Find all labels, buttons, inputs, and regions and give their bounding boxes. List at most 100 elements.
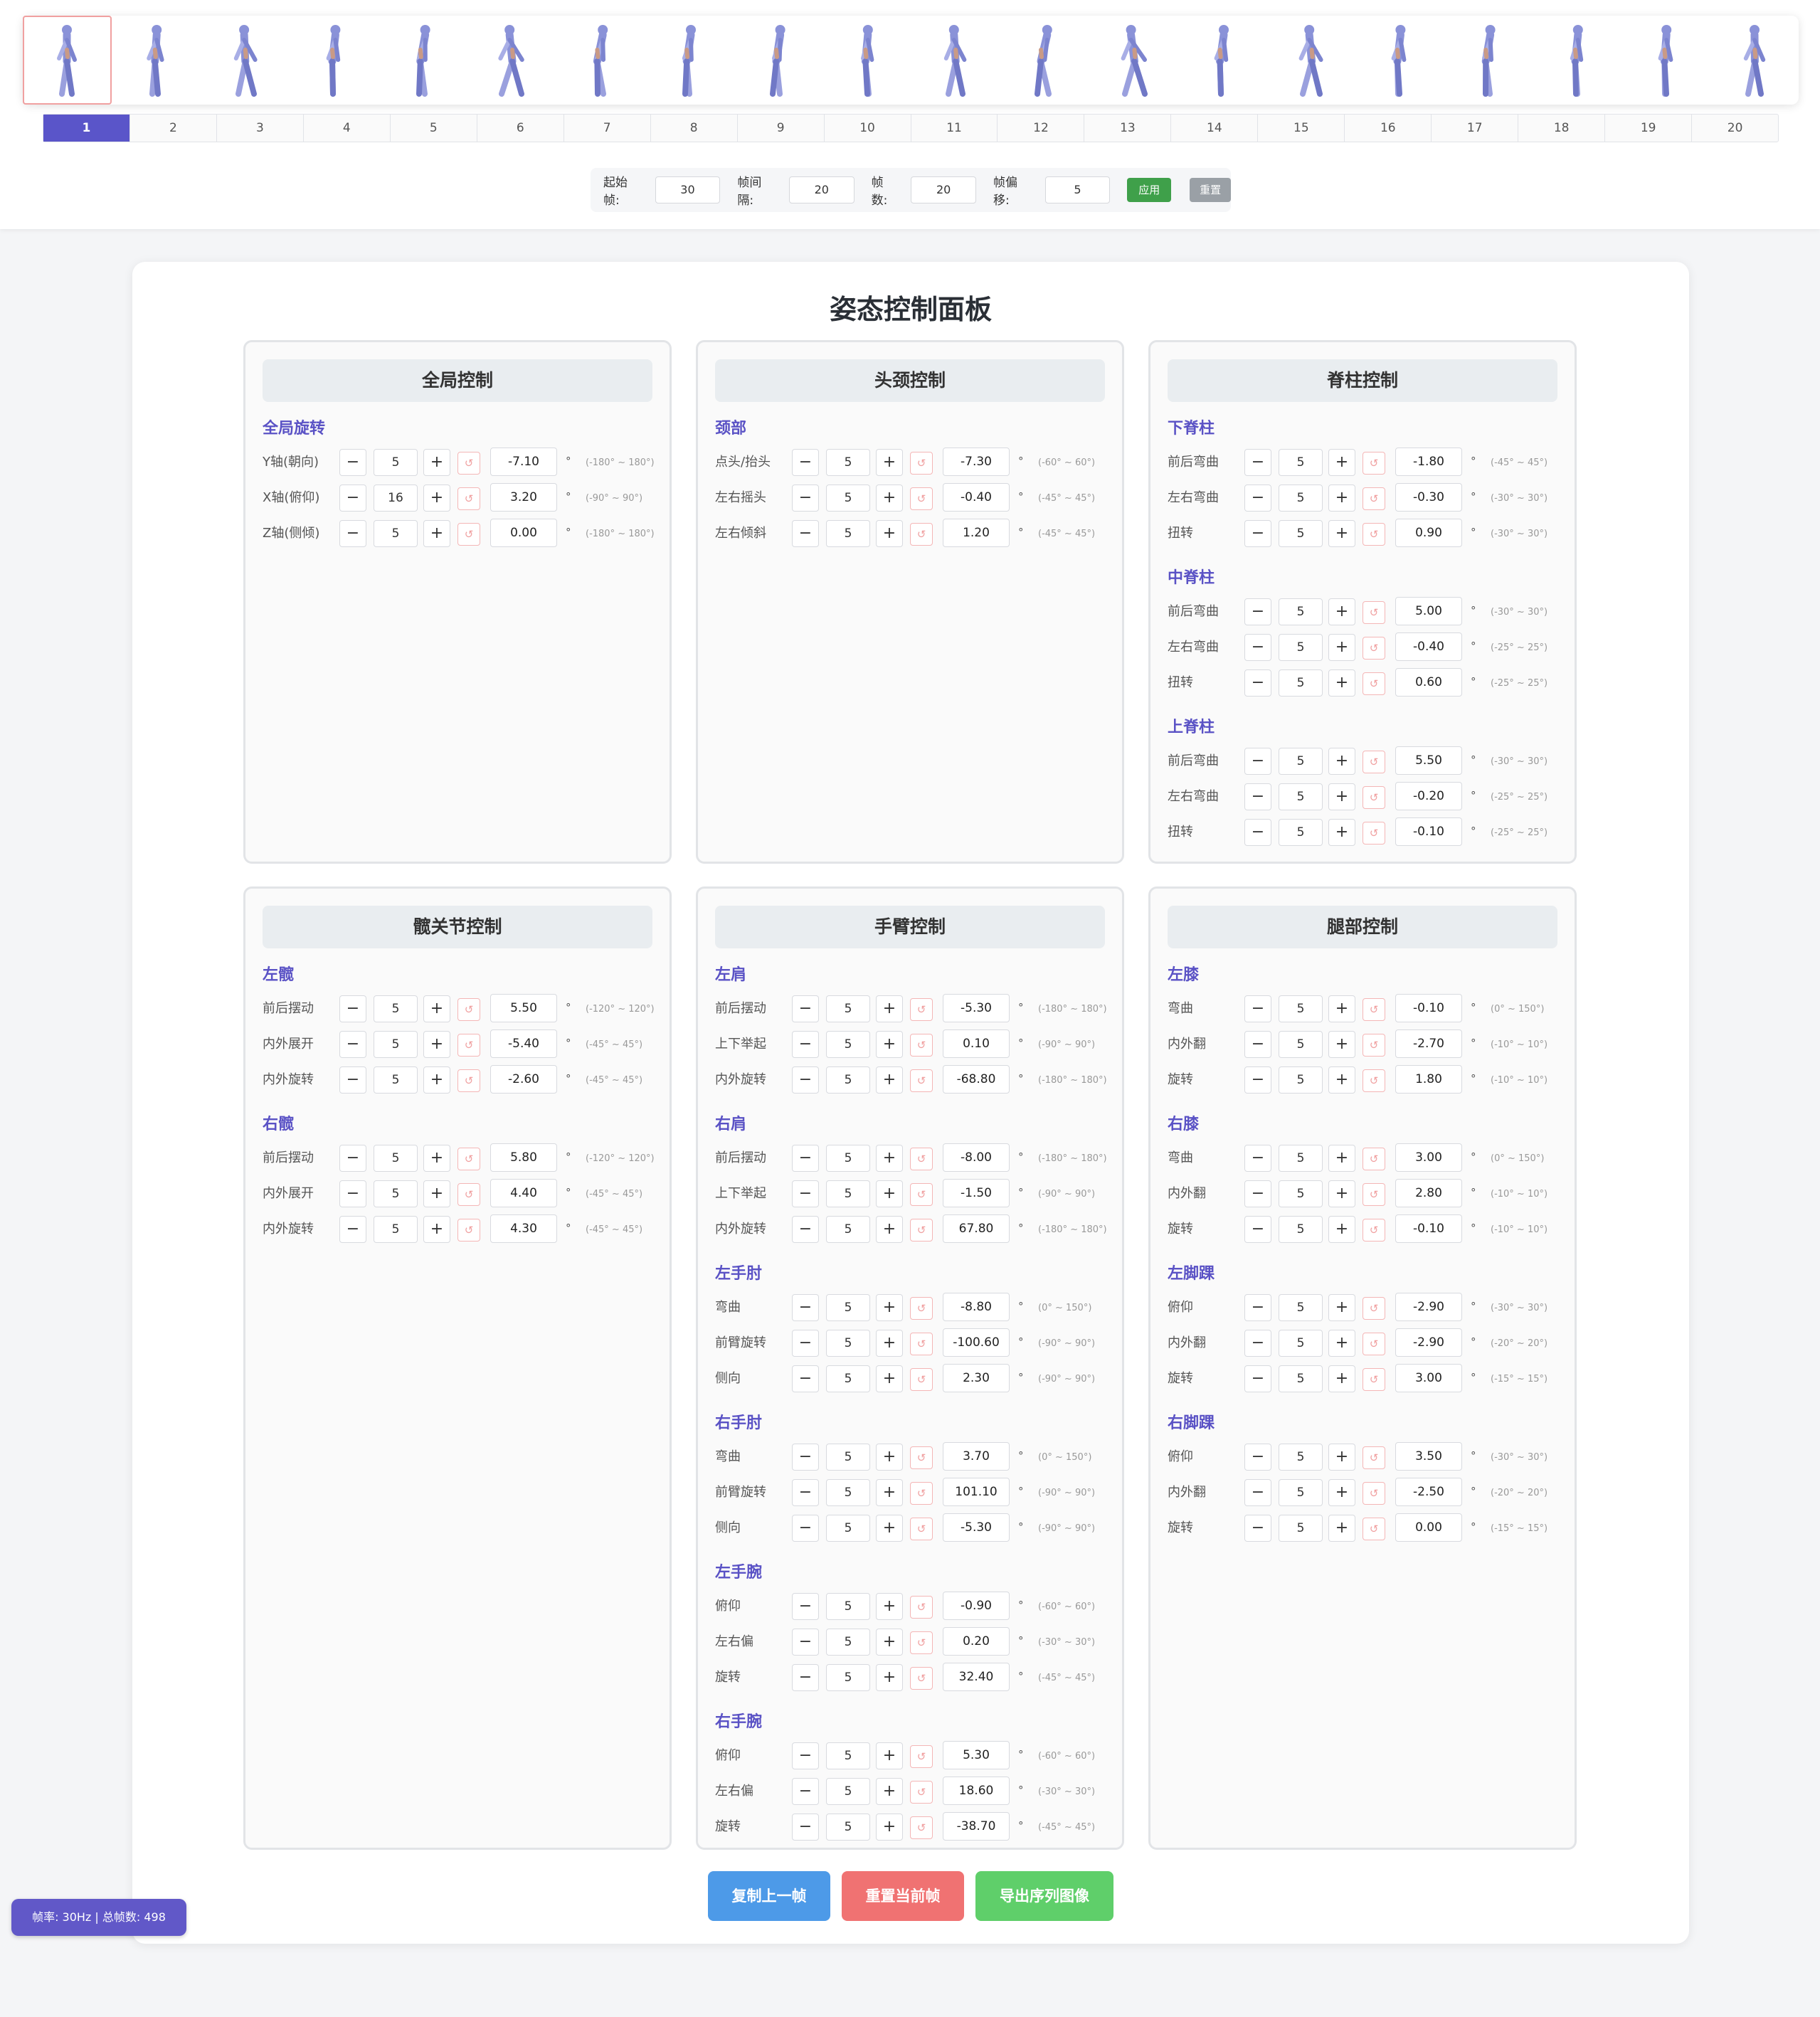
step-input[interactable]: 5	[1279, 598, 1323, 625]
frame-thumbnail[interactable]	[1355, 16, 1444, 105]
decrement-button[interactable]: −	[792, 1814, 819, 1841]
angle-value-input[interactable]: -8.00	[943, 1143, 1010, 1172]
increment-button[interactable]: +	[1328, 669, 1355, 697]
decrement-button[interactable]: −	[792, 1444, 819, 1471]
step-input[interactable]: 5	[1279, 449, 1323, 476]
increment-button[interactable]: +	[876, 1365, 903, 1392]
reset-icon[interactable]: ↺	[910, 1148, 933, 1170]
decrement-button[interactable]: −	[792, 1515, 819, 1542]
angle-value-input[interactable]: 0.10	[943, 1029, 1010, 1058]
start-frame-input[interactable]: 30	[655, 176, 721, 203]
apply-button[interactable]: 应用	[1127, 178, 1172, 202]
reset-icon[interactable]: ↺	[457, 452, 480, 475]
increment-button[interactable]: +	[1328, 783, 1355, 810]
reset-icon[interactable]: ↺	[1363, 1034, 1385, 1057]
decrement-button[interactable]: −	[339, 1031, 366, 1058]
angle-value-input[interactable]: 5.30	[943, 1741, 1010, 1769]
decrement-button[interactable]: −	[1244, 634, 1271, 661]
step-input[interactable]: 5	[1279, 520, 1323, 547]
step-input[interactable]: 5	[1279, 1216, 1323, 1243]
increment-button[interactable]: +	[876, 1031, 903, 1058]
decrement-button[interactable]: −	[792, 1216, 819, 1243]
increment-button[interactable]: +	[1328, 1515, 1355, 1542]
angle-value-input[interactable]: 4.30	[490, 1214, 557, 1243]
angle-value-input[interactable]: -100.60	[943, 1328, 1010, 1357]
page-button[interactable]: 10	[825, 115, 911, 142]
reset-icon[interactable]: ↺	[910, 998, 933, 1021]
angle-value-input[interactable]: -2.90	[1395, 1293, 1462, 1321]
step-input[interactable]: 5	[1279, 819, 1323, 846]
frame-thumbnail[interactable]	[911, 16, 1000, 105]
decrement-button[interactable]: −	[1244, 1365, 1271, 1392]
increment-button[interactable]: +	[876, 1629, 903, 1656]
angle-value-input[interactable]: -2.60	[490, 1065, 557, 1094]
reset-icon[interactable]: ↺	[457, 1219, 480, 1242]
angle-value-input[interactable]: 4.40	[490, 1179, 557, 1207]
reset-icon[interactable]: ↺	[910, 1781, 933, 1804]
reset-icon[interactable]: ↺	[910, 523, 933, 546]
frame-thumbnail[interactable]	[1444, 16, 1533, 105]
decrement-button[interactable]: −	[1244, 1294, 1271, 1321]
increment-button[interactable]: +	[876, 1664, 903, 1691]
decrement-button[interactable]: −	[1244, 1479, 1271, 1506]
decrement-button[interactable]: −	[792, 1629, 819, 1656]
decrement-button[interactable]: −	[1244, 1216, 1271, 1243]
page-button[interactable]: 4	[304, 115, 391, 142]
page-button[interactable]: 12	[998, 115, 1085, 142]
increment-button[interactable]: +	[423, 995, 450, 1022]
angle-value-input[interactable]: -0.30	[1395, 483, 1462, 512]
reset-icon[interactable]: ↺	[457, 1183, 480, 1206]
reset-icon[interactable]: ↺	[457, 1034, 480, 1057]
angle-value-input[interactable]: 3.70	[943, 1442, 1010, 1471]
angle-value-input[interactable]: -8.80	[943, 1293, 1010, 1321]
increment-button[interactable]: +	[1328, 1145, 1355, 1172]
increment-button[interactable]: +	[1328, 1216, 1355, 1243]
angle-value-input[interactable]: 2.80	[1395, 1179, 1462, 1207]
step-input[interactable]: 5	[374, 1180, 418, 1207]
reset-icon[interactable]: ↺	[1363, 1069, 1385, 1092]
decrement-button[interactable]: −	[1244, 1066, 1271, 1094]
angle-value-input[interactable]: 18.60	[943, 1777, 1010, 1805]
frame-thumbnail[interactable]	[1266, 16, 1355, 105]
reset-icon[interactable]: ↺	[457, 1069, 480, 1092]
step-input[interactable]: 5	[1279, 669, 1323, 697]
reset-icon[interactable]: ↺	[910, 1518, 933, 1540]
angle-value-input[interactable]: 32.40	[943, 1663, 1010, 1691]
frame-thumbnail[interactable]	[289, 16, 378, 105]
angle-value-input[interactable]: -0.10	[1395, 1214, 1462, 1243]
decrement-button[interactable]: −	[1244, 520, 1271, 547]
frame-thumbnail[interactable]	[201, 16, 290, 105]
increment-button[interactable]: +	[876, 995, 903, 1022]
reset-icon[interactable]: ↺	[910, 1368, 933, 1391]
decrement-button[interactable]: −	[792, 1664, 819, 1691]
step-input[interactable]: 5	[374, 1216, 418, 1243]
increment-button[interactable]: +	[423, 449, 450, 476]
increment-button[interactable]: +	[1328, 1479, 1355, 1506]
frame-thumbnail[interactable]	[467, 16, 556, 105]
increment-button[interactable]: +	[1328, 1330, 1355, 1357]
decrement-button[interactable]: −	[792, 449, 819, 476]
decrement-button[interactable]: −	[339, 485, 366, 512]
reset-icon[interactable]: ↺	[1363, 1183, 1385, 1206]
page-button[interactable]: 14	[1171, 115, 1259, 142]
step-input[interactable]: 5	[1279, 1330, 1323, 1357]
angle-value-input[interactable]: -2.50	[1395, 1478, 1462, 1506]
increment-button[interactable]: +	[1328, 819, 1355, 846]
reset-icon[interactable]: ↺	[1363, 1446, 1385, 1469]
increment-button[interactable]: +	[1328, 748, 1355, 775]
angle-value-input[interactable]: 0.00	[1395, 1513, 1462, 1542]
step-input[interactable]: 5	[1279, 1365, 1323, 1392]
decrement-button[interactable]: −	[1244, 819, 1271, 846]
step-input[interactable]: 5	[374, 1066, 418, 1094]
angle-value-input[interactable]: 1.80	[1395, 1065, 1462, 1094]
step-input[interactable]: 5	[826, 1444, 870, 1471]
decrement-button[interactable]: −	[339, 1216, 366, 1243]
export-sequence-images-button[interactable]: 导出序列图像	[975, 1871, 1113, 1921]
decrement-button[interactable]: −	[1244, 1180, 1271, 1207]
angle-value-input[interactable]: 3.20	[490, 483, 557, 512]
reset-icon[interactable]: ↺	[1363, 637, 1385, 660]
step-input[interactable]: 5	[826, 1330, 870, 1357]
step-input[interactable]: 5	[826, 1216, 870, 1243]
angle-value-input[interactable]: 0.60	[1395, 668, 1462, 697]
decrement-button[interactable]: −	[339, 449, 366, 476]
